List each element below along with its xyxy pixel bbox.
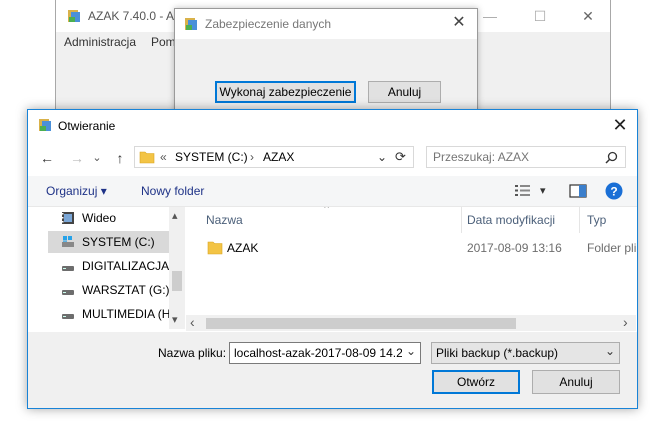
app-icon bbox=[185, 18, 197, 30]
nav-item-label: WARSZTAT (G:) bbox=[82, 283, 170, 297]
backup-dialog: Zabezpieczenie danych ✕ Wykonaj zabezpie… bbox=[174, 8, 478, 120]
file-type: Folder plik bbox=[587, 241, 636, 255]
open-file-dialog: Otwieranie ✕ ← → ⌄ ↑ « SYSTEM (C:) › AZA… bbox=[27, 109, 638, 409]
address-dropdown-chevron-icon[interactable]: ⌄ bbox=[377, 150, 387, 164]
file-modified: 2017-08-09 13:16 bbox=[467, 241, 562, 255]
address-overflow-icon[interactable]: « bbox=[160, 150, 167, 164]
address-bar[interactable]: « SYSTEM (C:) › AZAX ⌄ ⟳ bbox=[134, 146, 414, 168]
view-menu-chevron-icon[interactable]: ▾ bbox=[540, 184, 546, 197]
run-backup-button[interactable]: Wykonaj zabezpieczenie bbox=[215, 81, 356, 103]
filename-combobox[interactable]: localhost-azak-2017-08-09 14.22 ⌄ bbox=[229, 342, 421, 364]
column-separator[interactable] bbox=[461, 207, 462, 233]
nav-item-label: Wideo bbox=[82, 211, 117, 225]
up-arrow-icon[interactable]: ↑ bbox=[110, 148, 130, 168]
backup-cancel-button[interactable]: Anuluj bbox=[368, 81, 441, 103]
recent-locations-chevron-icon[interactable]: ⌄ bbox=[90, 148, 104, 168]
drive-icon bbox=[62, 290, 74, 295]
app-icon bbox=[68, 10, 80, 22]
search-input[interactable] bbox=[433, 149, 598, 165]
dialog-toolbar: Organizuj ▾ Nowy folder ▾ ? bbox=[28, 176, 637, 207]
backup-dialog-titlebar: Zabezpieczenie danych ✕ bbox=[175, 9, 477, 39]
column-header-name[interactable]: Nazwa bbox=[206, 213, 243, 227]
close-icon[interactable]: ✕ bbox=[609, 114, 631, 136]
menu-pomoc[interactable]: Pom bbox=[151, 35, 176, 49]
refresh-icon[interactable]: ⟳ bbox=[395, 149, 406, 165]
svg-text:?: ? bbox=[610, 185, 617, 199]
scrollbar-thumb[interactable] bbox=[172, 271, 182, 291]
scrollbar-thumb[interactable] bbox=[206, 318, 516, 329]
nav-item-label: DIGITALIZACJA ( bbox=[82, 259, 176, 273]
desktop: { "background_app": { "title": "AZAK 7.4… bbox=[0, 0, 663, 431]
navigation-pane-scrollbar[interactable]: ▴ ▾ bbox=[169, 207, 185, 329]
search-icon[interactable] bbox=[605, 151, 618, 164]
column-header-type[interactable]: Typ bbox=[587, 213, 606, 227]
open-dialog-titlebar: Otwieranie ✕ bbox=[28, 110, 637, 140]
drive-icon bbox=[62, 314, 74, 319]
file-row[interactable]: AZAK 2017-08-09 13:16 Folder plik bbox=[186, 237, 636, 259]
scroll-right-arrow-icon[interactable]: › bbox=[623, 314, 628, 330]
folder-icon bbox=[207, 241, 223, 255]
app-icon bbox=[39, 119, 51, 131]
nav-item-warsztat[interactable]: WARSZTAT (G:) bbox=[48, 279, 183, 301]
nav-item-digitalizacja[interactable]: DIGITALIZACJA ( bbox=[48, 255, 183, 277]
scroll-down-arrow-icon[interactable]: ▾ bbox=[172, 313, 178, 326]
organize-menu-button[interactable]: Organizuj ▾ bbox=[46, 184, 107, 198]
navigation-pane: Wideo SYSTEM (C:) DIGITALIZACJA ( WARSZT… bbox=[48, 207, 183, 329]
scroll-left-arrow-icon[interactable]: ‹ bbox=[190, 314, 195, 330]
open-dialog-title: Otwieranie bbox=[58, 119, 116, 133]
address-segment-folder[interactable]: AZAX bbox=[263, 150, 294, 164]
filename-label: Nazwa pliku: bbox=[158, 346, 227, 360]
nav-item-label: SYSTEM (C:) bbox=[82, 235, 155, 249]
file-list-horizontal-scrollbar[interactable]: ‹ › bbox=[186, 314, 636, 331]
nav-item-label: MULTIMEDIA (H bbox=[82, 307, 171, 321]
forward-arrow-icon[interactable]: → bbox=[66, 148, 88, 168]
scroll-up-arrow-icon[interactable]: ▴ bbox=[172, 209, 178, 222]
open-button[interactable]: Otwórz bbox=[432, 370, 520, 394]
file-type-selected-value: Pliki backup (*.backup) bbox=[436, 346, 559, 360]
folder-icon bbox=[139, 151, 155, 164]
close-icon[interactable]: ✕ bbox=[574, 6, 602, 26]
address-separator-icon: › bbox=[250, 150, 254, 164]
help-icon[interactable]: ? bbox=[605, 182, 623, 200]
file-type-select[interactable]: Pliki backup (*.backup) ⌄ bbox=[431, 342, 620, 364]
minimize-icon[interactable]: — bbox=[476, 6, 504, 26]
maximize-icon[interactable]: ☐ bbox=[526, 6, 554, 26]
preview-pane-icon[interactable] bbox=[569, 184, 587, 198]
filename-input[interactable]: localhost-azak-2017-08-09 14.22 bbox=[234, 346, 402, 360]
new-folder-button[interactable]: Nowy folder bbox=[141, 184, 204, 198]
back-arrow-icon[interactable]: ← bbox=[36, 148, 58, 168]
drive-icon bbox=[62, 266, 74, 271]
video-icon bbox=[62, 212, 74, 224]
view-options-icon[interactable] bbox=[515, 184, 531, 197]
address-segment-drive[interactable]: SYSTEM (C:) bbox=[175, 150, 248, 164]
chevron-down-icon[interactable]: ⌄ bbox=[406, 344, 416, 358]
file-list: ⌃ Nazwa Data modyfikacji Typ AZAK 2017-0… bbox=[186, 207, 636, 329]
chevron-down-icon[interactable]: ⌄ bbox=[605, 344, 615, 358]
cancel-button[interactable]: Anuluj bbox=[532, 370, 620, 394]
sort-ascending-icon: ⌃ bbox=[322, 207, 332, 216]
backup-dialog-title: Zabezpieczenie danych bbox=[205, 17, 332, 31]
nav-item-system-c[interactable]: SYSTEM (C:) bbox=[48, 231, 183, 253]
dialog-bottom-panel: Nazwa pliku: localhost-azak-2017-08-09 1… bbox=[28, 332, 637, 408]
search-box[interactable] bbox=[426, 146, 626, 168]
file-name: AZAK bbox=[227, 241, 259, 255]
column-separator[interactable] bbox=[579, 207, 580, 233]
nav-item-multimedia[interactable]: MULTIMEDIA (H bbox=[48, 303, 183, 325]
background-app-title: AZAK 7.40.0 - AZ bbox=[88, 9, 182, 23]
windows-drive-icon bbox=[62, 236, 74, 247]
close-icon[interactable]: ✕ bbox=[449, 13, 469, 33]
menu-administracja[interactable]: Administracja bbox=[64, 35, 136, 49]
column-header-modified[interactable]: Data modyfikacji bbox=[467, 213, 555, 227]
nav-item-wideo[interactable]: Wideo bbox=[48, 207, 183, 229]
